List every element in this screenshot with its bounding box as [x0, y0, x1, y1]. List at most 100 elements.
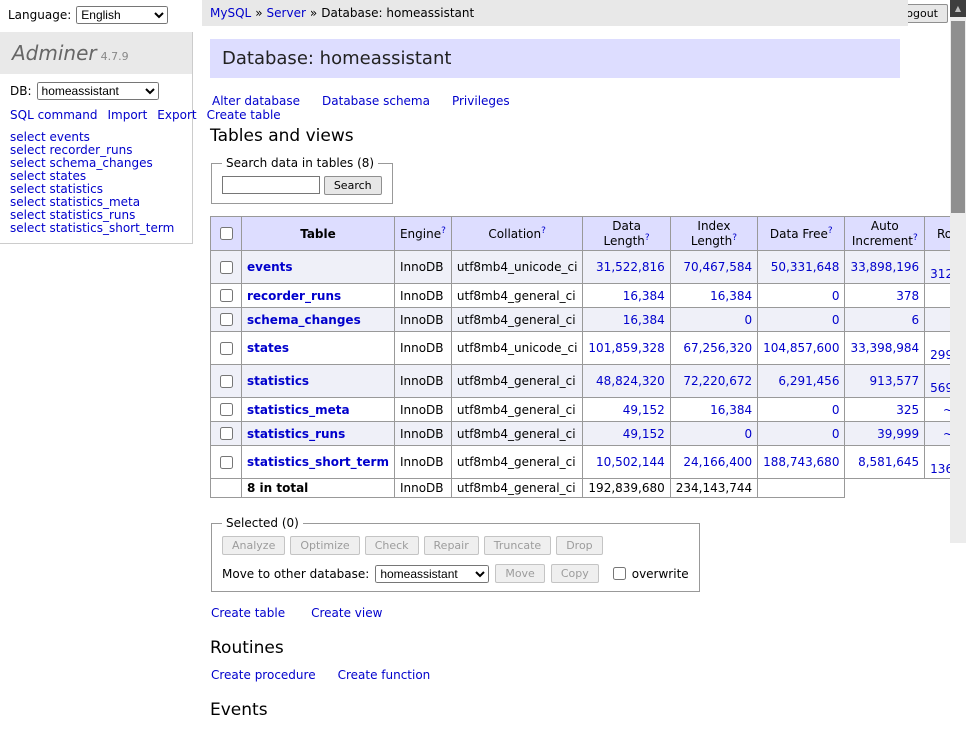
- data-free-value-link[interactable]: 0: [832, 289, 840, 303]
- collation-cell: utf8mb4_general_ci: [451, 398, 583, 422]
- data-length-value-link[interactable]: 48,824,320: [596, 374, 665, 388]
- index-length-value-link[interactable]: 70,467,584: [683, 260, 752, 274]
- data-free-value-link[interactable]: 188,743,680: [763, 455, 839, 469]
- language-select[interactable]: English: [76, 6, 168, 24]
- search-button[interactable]: Search: [324, 176, 382, 195]
- drop-button[interactable]: Drop: [556, 536, 602, 555]
- auto-increment-value-link[interactable]: 33,398,984: [850, 341, 919, 355]
- data-free-value-link[interactable]: 0: [832, 313, 840, 327]
- select-all-checkbox[interactable]: [220, 227, 233, 240]
- create-table-link[interactable]: Create table: [211, 606, 285, 620]
- data-length-value-link[interactable]: 16,384: [623, 313, 665, 327]
- row-checkbox-statistics_short_term[interactable]: [220, 456, 233, 469]
- auto-increment-value-link[interactable]: 913,577: [870, 374, 920, 388]
- create-function-link[interactable]: Create function: [338, 668, 431, 682]
- help-link-data-length[interactable]: ?: [645, 233, 650, 243]
- row-checkbox-statistics_meta[interactable]: [220, 403, 233, 416]
- db-select[interactable]: homeassistant: [37, 82, 159, 100]
- overwrite-checkbox[interactable]: [613, 567, 626, 580]
- data-length-cell: 101,859,328: [583, 332, 670, 365]
- data-free-value-link[interactable]: 50,331,648: [771, 260, 840, 274]
- index-length-value-link[interactable]: 16,384: [710, 403, 752, 417]
- create-view-link[interactable]: Create view: [311, 606, 382, 620]
- move-db-select[interactable]: homeassistant: [375, 565, 489, 583]
- data-length-value-link[interactable]: 101,859,328: [588, 341, 664, 355]
- create-procedure-link[interactable]: Create procedure: [211, 668, 316, 682]
- data-free-value-link[interactable]: 0: [832, 427, 840, 441]
- database-nav-links: Alter database Database schema Privileges: [212, 94, 910, 108]
- help-link-collation[interactable]: ?: [541, 226, 546, 236]
- row-checkbox-statistics[interactable]: [220, 375, 233, 388]
- data-free-value-link[interactable]: 104,857,600: [763, 341, 839, 355]
- auto-increment-value-link[interactable]: 33,898,196: [850, 260, 919, 274]
- auto-increment-value-link[interactable]: 39,999: [877, 427, 919, 441]
- table-link-recorder_runs[interactable]: recorder_runs: [247, 289, 341, 303]
- table-link-events[interactable]: events: [247, 260, 293, 274]
- auto-increment-value-link[interactable]: 8,581,645: [858, 455, 919, 469]
- data-length-value-link[interactable]: 49,152: [623, 427, 665, 441]
- index-length-value-link[interactable]: 72,220,672: [683, 374, 752, 388]
- breadcrumb-item-mysql[interactable]: MySQL: [210, 6, 251, 20]
- index-length-value-link[interactable]: 67,256,320: [683, 341, 752, 355]
- index-length-value-link[interactable]: 0: [744, 427, 752, 441]
- data-length-cell: 16,384: [583, 284, 670, 308]
- index-length-value-link[interactable]: 16,384: [710, 289, 752, 303]
- row-checkbox-statistics_runs[interactable]: [220, 427, 233, 440]
- data-length-value-link[interactable]: 31,522,816: [596, 260, 665, 274]
- auto-increment-value-link[interactable]: 378: [896, 289, 919, 303]
- scrollbar[interactable]: ▲: [950, 0, 966, 543]
- copy-button[interactable]: Copy: [551, 564, 599, 583]
- check-button[interactable]: Check: [365, 536, 419, 555]
- row-checkbox-states[interactable]: [220, 342, 233, 355]
- help-link-engine[interactable]: ?: [441, 226, 446, 236]
- analyze-button[interactable]: Analyze: [222, 536, 285, 555]
- sql-command-link[interactable]: SQL command: [10, 108, 97, 122]
- truncate-button[interactable]: Truncate: [484, 536, 551, 555]
- data-length-value-link[interactable]: 10,502,144: [596, 455, 665, 469]
- table-link-schema_changes[interactable]: schema_changes: [247, 313, 361, 327]
- table-link-statistics[interactable]: statistics: [247, 374, 309, 388]
- privileges-link[interactable]: Privileges: [452, 94, 510, 108]
- engine-cell: InnoDB: [394, 332, 451, 365]
- table-link-statistics_meta[interactable]: statistics_meta: [247, 403, 350, 417]
- auto-increment-value-link[interactable]: 325: [896, 403, 919, 417]
- index-length-value-link[interactable]: 0: [744, 313, 752, 327]
- table-link-statistics_short_term[interactable]: statistics_short_term: [247, 455, 389, 469]
- scrollbar-thumb[interactable]: [951, 21, 965, 213]
- auto-increment-cell: 33,398,984: [845, 332, 925, 365]
- total-engine-cell: InnoDB: [394, 479, 451, 498]
- data-free-value-link[interactable]: 0: [832, 403, 840, 417]
- index-length-value-link[interactable]: 24,166,400: [683, 455, 752, 469]
- alter-database-link[interactable]: Alter database: [212, 94, 300, 108]
- help-link-index-length[interactable]: ?: [732, 233, 737, 243]
- import-link[interactable]: Import: [107, 108, 147, 122]
- database-schema-link[interactable]: Database schema: [322, 94, 430, 108]
- row-checkbox-recorder_runs[interactable]: [220, 289, 233, 302]
- auto-increment-value-link[interactable]: 6: [912, 313, 920, 327]
- select-statistics-short-term-link[interactable]: select statistics_short_term: [10, 222, 182, 235]
- repair-button[interactable]: Repair: [424, 536, 479, 555]
- search-input[interactable]: [222, 176, 320, 194]
- table-link-states[interactable]: states: [247, 341, 289, 355]
- row-checkbox-events[interactable]: [220, 261, 233, 274]
- row-checkbox-schema_changes[interactable]: [220, 313, 233, 326]
- overwrite-label: overwrite: [632, 567, 689, 581]
- table-row-statistics_runs: statistics_runsInnoDButf8mb4_general_ci4…: [211, 422, 966, 446]
- table-name-cell: events: [242, 251, 395, 284]
- data-length-value-link[interactable]: 49,152: [623, 403, 665, 417]
- data-free-value-link[interactable]: 6,291,456: [778, 374, 839, 388]
- table-name-cell: states: [242, 332, 395, 365]
- scrollbar-up-button[interactable]: ▲: [950, 0, 966, 17]
- index-length-cell: 24,166,400: [670, 446, 757, 479]
- move-button[interactable]: Move: [495, 564, 545, 583]
- column-header-auto-increment: Auto Increment?: [845, 217, 925, 251]
- help-link-data-free[interactable]: ?: [828, 226, 833, 236]
- breadcrumb-item-server[interactable]: Server: [267, 6, 306, 20]
- help-link-auto-increment[interactable]: ?: [913, 233, 918, 243]
- table-link-statistics_runs[interactable]: statistics_runs: [247, 427, 345, 441]
- data-length-value-link[interactable]: 16,384: [623, 289, 665, 303]
- export-link[interactable]: Export: [157, 108, 196, 122]
- optimize-button[interactable]: Optimize: [290, 536, 359, 555]
- adminer-logo-link[interactable]: Adminer: [12, 41, 97, 65]
- engine-cell: InnoDB: [394, 446, 451, 479]
